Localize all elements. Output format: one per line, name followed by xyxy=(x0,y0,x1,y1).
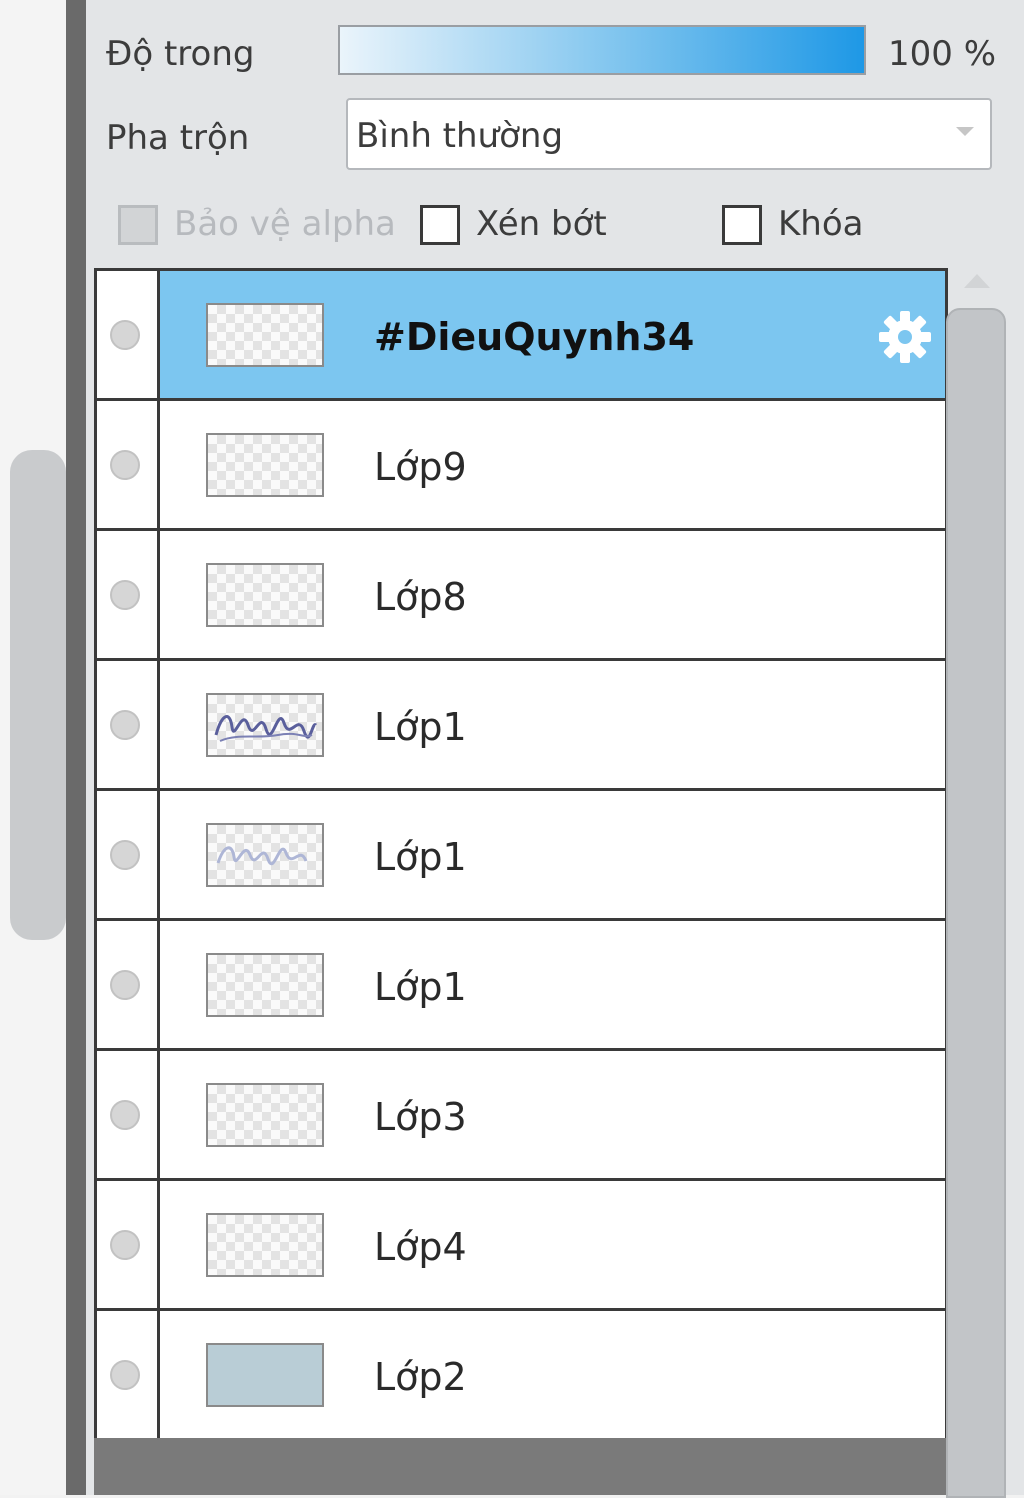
layer-list-scrollbar[interactable] xyxy=(946,268,1006,1498)
visibility-cell[interactable] xyxy=(97,1311,160,1438)
lock-label: Khóa xyxy=(778,204,864,244)
layer-thumbnail xyxy=(206,693,324,757)
layer-panel: Độ trong 100 % Pha trộn Bình thường Bảo … xyxy=(86,0,1024,1498)
layer-name: Lớp4 xyxy=(374,1225,467,1269)
layer-row[interactable]: Lớp1 xyxy=(97,921,945,1051)
layer-name: Lớp3 xyxy=(374,1095,467,1139)
layer-thumbnail xyxy=(206,1083,324,1147)
protect-alpha-checkbox[interactable] xyxy=(118,205,158,245)
handwriting-thumbnail-image xyxy=(214,715,318,742)
visibility-dot-icon[interactable] xyxy=(110,1230,140,1260)
layer-row[interactable]: Lớp9 xyxy=(97,401,945,531)
blend-mode-value: Bình thường xyxy=(356,116,564,156)
lock-checkbox[interactable] xyxy=(722,205,762,245)
visibility-cell[interactable] xyxy=(97,1181,160,1308)
visibility-dot-icon[interactable] xyxy=(110,710,140,740)
visibility-cell[interactable] xyxy=(97,791,160,918)
visibility-cell[interactable] xyxy=(97,661,160,788)
protect-alpha-label: Bảo vệ alpha xyxy=(174,204,396,244)
clip-label: Xén bớt xyxy=(476,204,607,244)
layer-row[interactable]: Lớp8 xyxy=(97,531,945,661)
left-scrollbar-thumb[interactable] xyxy=(10,450,66,940)
layer-row[interactable]: Lớp4 xyxy=(97,1181,945,1311)
scroll-up-arrow-icon[interactable] xyxy=(964,274,990,288)
blend-mode-select[interactable]: Bình thường xyxy=(346,98,992,170)
layer-thumbnail xyxy=(206,303,324,367)
layer-name: Lớp1 xyxy=(374,705,467,749)
visibility-dot-icon[interactable] xyxy=(110,970,140,1000)
layer-thumbnail xyxy=(206,823,324,887)
layer-name: Lớp1 xyxy=(374,835,467,879)
visibility-dot-icon[interactable] xyxy=(110,450,140,480)
visibility-dot-icon[interactable] xyxy=(110,1100,140,1130)
layer-name: Lớp2 xyxy=(374,1355,467,1399)
visibility-dot-icon[interactable] xyxy=(110,1360,140,1390)
handwriting-faint-thumbnail-image xyxy=(216,846,308,866)
layer-list-scrollbar-thumb[interactable] xyxy=(946,308,1006,1498)
clip-checkbox[interactable] xyxy=(420,205,460,245)
layer-row[interactable]: Lớp1 xyxy=(97,791,945,921)
left-panel-strip xyxy=(0,0,66,1495)
layer-row[interactable]: Lớp2 xyxy=(97,1311,945,1441)
visibility-dot-icon[interactable] xyxy=(110,320,140,350)
panel-divider[interactable] xyxy=(66,0,86,1495)
opacity-label: Độ trong xyxy=(106,34,255,74)
layer-name: #DieuQuynh34 xyxy=(374,315,695,359)
visibility-cell[interactable] xyxy=(97,401,160,528)
layer-row[interactable]: #DieuQuynh34 xyxy=(97,271,945,401)
layer-thumbnail xyxy=(206,563,324,627)
visibility-cell[interactable] xyxy=(97,1051,160,1178)
layer-list: #DieuQuynh34 Lớp9 Lớp8 Lớp1 Lớp1 Lớp1 Lớ… xyxy=(94,268,948,1441)
layer-name: Lớp9 xyxy=(374,445,467,489)
visibility-cell[interactable] xyxy=(97,271,160,398)
opacity-slider[interactable] xyxy=(338,25,866,75)
visibility-dot-icon[interactable] xyxy=(110,840,140,870)
visibility-dot-icon[interactable] xyxy=(110,580,140,610)
layer-thumbnail xyxy=(206,433,324,497)
dropdown-arrow-icon xyxy=(956,127,974,136)
gear-icon[interactable] xyxy=(875,307,935,367)
layer-row[interactable]: Lớp1 xyxy=(97,661,945,791)
visibility-cell[interactable] xyxy=(97,921,160,1048)
layer-name: Lớp1 xyxy=(374,965,467,1009)
layer-list-footer xyxy=(94,1438,948,1495)
layer-name: Lớp8 xyxy=(374,575,467,619)
opacity-value: 100 % xyxy=(888,34,997,74)
layer-thumbnail xyxy=(206,1213,324,1277)
layer-row[interactable]: Lớp3 xyxy=(97,1051,945,1181)
visibility-cell[interactable] xyxy=(97,531,160,658)
layer-thumbnail xyxy=(206,953,324,1017)
blend-mode-label: Pha trộn xyxy=(106,118,250,158)
layer-thumbnail xyxy=(206,1343,324,1407)
